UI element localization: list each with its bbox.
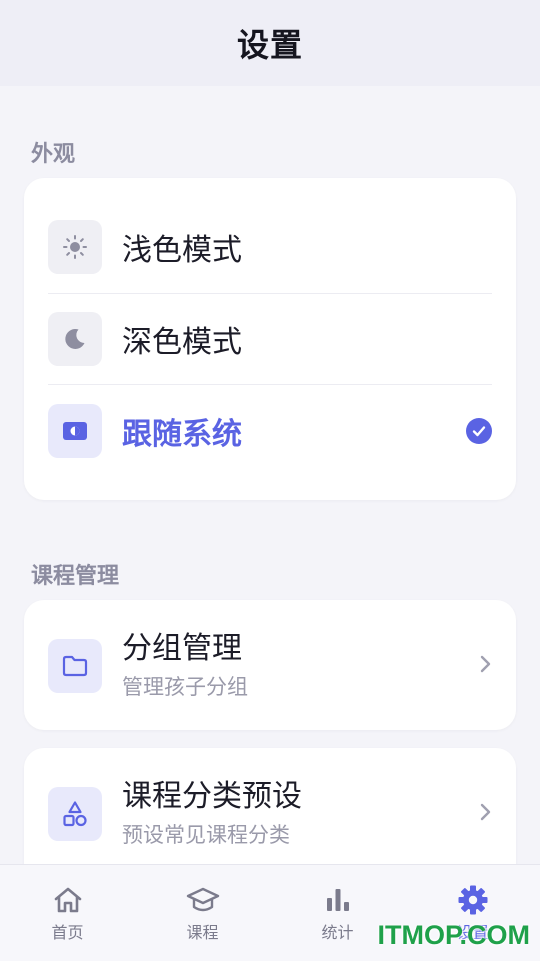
item-subtitle: 管理孩子分组 xyxy=(122,675,248,699)
section-label-appearance: 外观 xyxy=(31,142,76,167)
tab-home[interactable]: 首页 xyxy=(0,865,135,961)
group-management-card[interactable]: 分组管理 管理孩子分组 xyxy=(24,600,516,730)
course-category-text: 课程分类预设 预设常见课程分类 xyxy=(122,778,302,850)
graduation-cap-icon xyxy=(186,885,220,915)
tab-courses[interactable]: 课程 xyxy=(135,865,270,961)
sun-icon xyxy=(48,220,102,274)
group-management-text: 分组管理 管理孩子分组 xyxy=(122,630,248,702)
tab-label: 首页 xyxy=(51,923,84,942)
moon-icon xyxy=(48,312,102,366)
option-light-mode[interactable]: 浅色模式 xyxy=(48,220,492,274)
tab-label: 课程 xyxy=(186,923,219,942)
watermark: ITMOP.COM xyxy=(377,920,530,950)
chevron-right-icon xyxy=(478,654,492,678)
appearance-card: 浅色模式 深色模式 跟随系统 xyxy=(24,178,516,500)
divider xyxy=(48,384,492,385)
option-dark-mode[interactable]: 深色模式 xyxy=(48,312,492,366)
shapes-icon xyxy=(48,787,102,841)
home-icon xyxy=(53,885,83,915)
tab-label: 统计 xyxy=(321,923,354,942)
folder-icon xyxy=(48,639,102,693)
auto-theme-icon xyxy=(48,404,102,458)
bar-chart-icon xyxy=(324,885,352,915)
option-label: 浅色模式 xyxy=(122,233,242,268)
option-label: 深色模式 xyxy=(122,325,242,360)
group-management-row[interactable]: 分组管理 管理孩子分组 xyxy=(48,626,492,706)
checkmark-icon xyxy=(466,418,492,444)
option-label: 跟随系统 xyxy=(122,417,242,452)
divider xyxy=(48,293,492,294)
item-title: 分组管理 xyxy=(122,631,242,666)
top-bar: 设置 xyxy=(0,0,540,86)
item-title: 课程分类预设 xyxy=(122,779,302,814)
chevron-right-icon xyxy=(478,802,492,826)
section-label-course-management: 课程管理 xyxy=(31,564,120,589)
item-subtitle: 预设常见课程分类 xyxy=(122,823,290,847)
option-follow-system[interactable]: 跟随系统 xyxy=(48,404,492,458)
page-title: 设置 xyxy=(236,26,303,64)
course-category-row[interactable]: 课程分类预设 预设常见课程分类 xyxy=(48,774,492,854)
gear-icon xyxy=(457,885,489,915)
